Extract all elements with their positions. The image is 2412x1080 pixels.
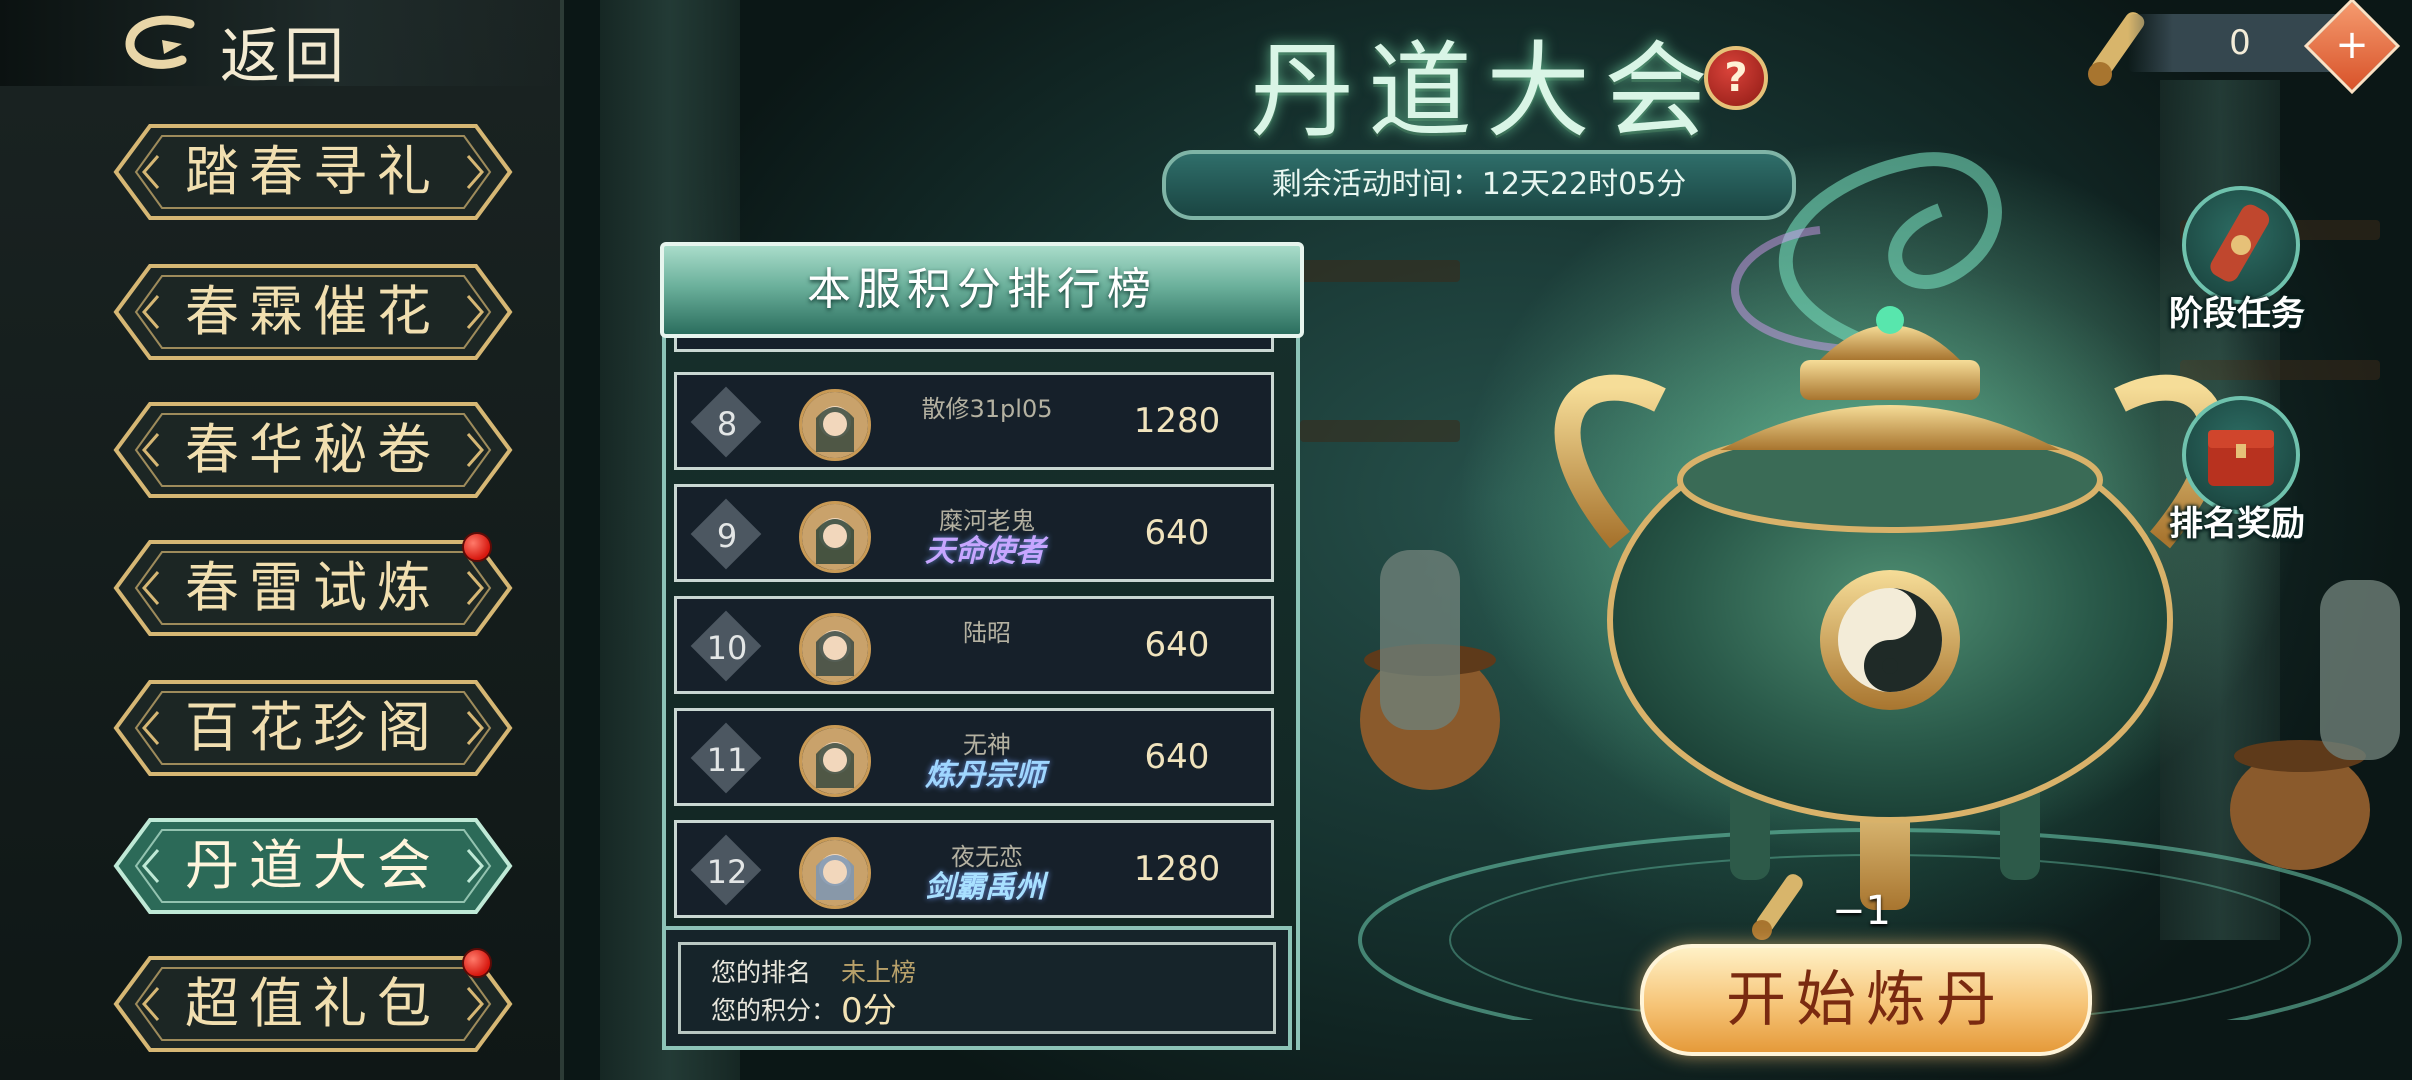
stage-tasks-label: 阶段任务 xyxy=(2169,294,2305,334)
my-score-value: 0分 xyxy=(841,991,897,1031)
start-alchemy-label: 开始炼丹 xyxy=(1726,965,2006,1035)
menu-item-label: 百花珍阁 xyxy=(185,696,441,759)
elixir-scroll-cost-icon xyxy=(1752,874,1803,940)
back-label: 返回 xyxy=(220,22,348,92)
player-name: 糜河老鬼 xyxy=(939,507,1035,535)
player-score: 640 xyxy=(1144,625,1210,665)
menu-item[interactable]: 春华秘卷 xyxy=(110,398,516,502)
back-arrow-icon xyxy=(125,15,195,69)
table-row[interactable]: 9 糜河老鬼 天命使者 640 xyxy=(674,484,1274,582)
table-row[interactable]: 12 夜无恋 剑霸禹州 1280 xyxy=(674,820,1274,918)
player-title-badge: 剑霸禹州 xyxy=(925,870,1045,905)
ranking-header: 本服积分排行榜 xyxy=(660,242,1304,338)
avatar xyxy=(799,389,871,461)
player-name: 无神 xyxy=(963,731,1011,759)
player-score: 640 xyxy=(1144,513,1210,553)
rank-number: 8 xyxy=(716,405,738,443)
back-button[interactable]: 返回 xyxy=(0,0,560,92)
my-rank-label: 您的排名 xyxy=(711,958,812,987)
table-row[interactable]: 8 散修31pl05 1280 xyxy=(674,372,1274,470)
ranking-title: 本服积分排行榜 xyxy=(807,264,1157,315)
stage-tasks-button[interactable]: 阶段任务 xyxy=(2162,186,2312,336)
rank-number: 12 xyxy=(706,853,748,891)
menu-item[interactable]: 春霖催花 xyxy=(110,260,516,364)
rank-number: 10 xyxy=(706,629,748,667)
player-title-badge xyxy=(885,421,1085,459)
menu-item[interactable]: 春雷试炼 xyxy=(110,532,516,640)
avatar xyxy=(799,501,871,573)
help-button[interactable]: ? xyxy=(1704,46,1768,110)
menu-item-label: 春雷试炼 xyxy=(185,556,441,619)
my-rank-box: 您的排名 未上榜 您的积分： 0分 xyxy=(678,942,1276,1034)
cost-value: −1 xyxy=(1832,888,1891,934)
my-score-label: 您的积分： xyxy=(711,996,837,1025)
menu-item-label: 超值礼包 xyxy=(185,972,441,1035)
help-icon: ? xyxy=(1724,55,1748,101)
player-title-badge: 天命使者 xyxy=(925,534,1045,569)
avatar xyxy=(799,725,871,797)
table-row[interactable]: 11 无神 炼丹宗师 640 xyxy=(674,708,1274,806)
player-score: 640 xyxy=(1144,737,1210,777)
notification-dot xyxy=(462,532,492,562)
notification-dot xyxy=(462,948,492,978)
rank-number: 11 xyxy=(706,741,748,779)
menu-item-label: 踏春寻礼 xyxy=(185,140,441,203)
player-name: 散修31pl05 xyxy=(921,395,1053,423)
menu-item-label: 春华秘卷 xyxy=(185,418,441,481)
event-timer: 剩余活动时间：12天22时05分 xyxy=(1162,150,1796,220)
avatar xyxy=(799,837,871,909)
rank-rewards-label: 排名奖励 xyxy=(2169,504,2305,544)
player-score: 1280 xyxy=(1133,849,1221,889)
menu-item[interactable]: 超值礼包 xyxy=(110,948,516,1056)
player-title-badge: 炼丹宗师 xyxy=(925,758,1045,793)
event-title: 丹道大会 xyxy=(1250,30,1723,152)
menu-item[interactable]: 丹道大会 xyxy=(110,814,516,918)
player-name: 陆昭 xyxy=(963,619,1011,647)
plus-icon: + xyxy=(2335,22,2369,68)
player-title-badge xyxy=(885,645,1085,683)
menu-item[interactable]: 踏春寻礼 xyxy=(110,120,516,224)
rank-rewards-button[interactable]: 排名奖励 xyxy=(2162,396,2312,546)
currency-value: 0 xyxy=(2229,23,2251,63)
rank-number: 9 xyxy=(716,517,738,555)
my-rank-panel: 您的排名 未上榜 您的积分： 0分 xyxy=(662,926,1292,1050)
menu-item-label: 春霖催花 xyxy=(185,280,441,343)
start-alchemy-button[interactable]: 开始炼丹 xyxy=(1640,944,2092,1056)
player-score: 1280 xyxy=(1133,401,1221,441)
menu-item[interactable]: 百花珍阁 xyxy=(110,676,516,780)
player-name: 夜无恋 xyxy=(951,843,1023,871)
menu-item-label: 丹道大会 xyxy=(185,834,441,897)
table-row[interactable]: 10 陆昭 640 xyxy=(674,596,1274,694)
avatar xyxy=(799,613,871,685)
